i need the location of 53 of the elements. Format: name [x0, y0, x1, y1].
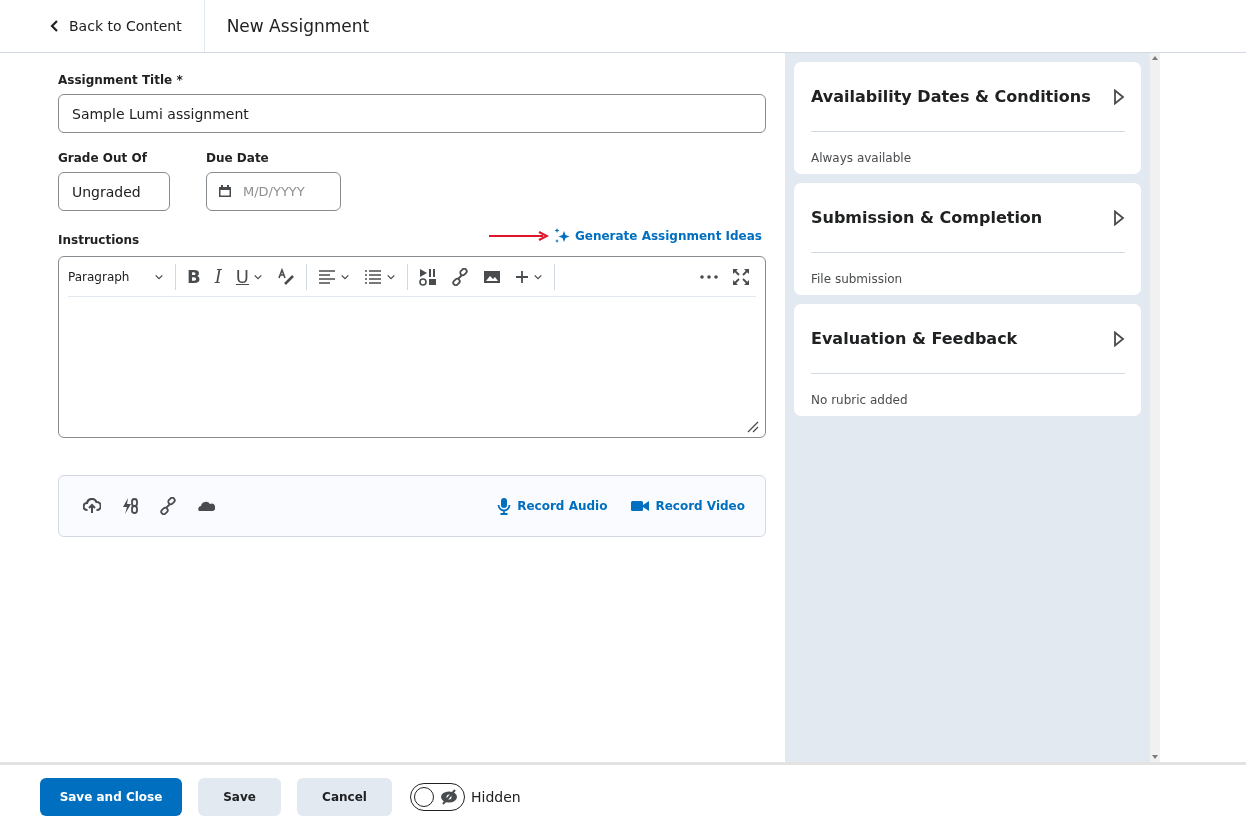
font-style-icon [277, 267, 296, 286]
ellipsis-icon [700, 274, 718, 279]
resize-handle-icon [747, 421, 759, 433]
card-summary: File submission [811, 271, 904, 286]
bold-button[interactable]: B [181, 260, 207, 293]
settings-card[interactable]: Submission & Completion File submission [794, 183, 1141, 295]
link-icon [451, 267, 470, 286]
date-input[interactable]: M/D/YYYY [206, 172, 341, 211]
cloud-upload-icon [83, 498, 101, 514]
image-icon [483, 268, 502, 285]
arrow-icon [488, 231, 549, 241]
italic-button[interactable]: I [208, 260, 228, 293]
page-title: New Assignment [225, 16, 370, 36]
settings-card[interactable]: Availability Dates & Conditions Always available [794, 62, 1141, 174]
footer-button[interactable]: Save [198, 778, 281, 816]
card-title: Availability Dates & Conditions [811, 87, 1091, 106]
field-label: Instructions [58, 233, 141, 247]
record-video-link[interactable]: Record Video [631, 499, 745, 513]
generate-link[interactable]: Generate Assignment Ideas [552, 227, 766, 245]
card-summary: No rubric added [811, 392, 909, 407]
save-and-close-button[interactable]: Save and Close [40, 778, 182, 816]
settings-card[interactable]: Evaluation & Feedback No rubric added [794, 304, 1141, 416]
scroll-up-icon [1152, 56, 1158, 60]
grade-input[interactable]: Ungraded [58, 172, 170, 211]
footer-button[interactable]: Cancel [297, 778, 392, 816]
link-icon [159, 497, 177, 515]
fullscreen-icon [732, 267, 750, 286]
record-audio-link[interactable]: Record Audio [497, 497, 608, 515]
back-link[interactable]: Back to Content [0, 0, 205, 52]
title-input[interactable]: Sample Lumi assignment [58, 94, 766, 133]
list-icon [364, 268, 383, 285]
microphone-icon [497, 497, 512, 515]
underline-button[interactable]: U [229, 260, 270, 293]
card-title: Evaluation & Feedback [811, 329, 1018, 348]
sparkle-icon [552, 227, 571, 245]
field-label: Grade Out Of [58, 151, 148, 165]
chevron-left-icon [50, 20, 60, 32]
scroll-down-icon [1152, 755, 1158, 759]
media-icon [419, 267, 438, 286]
align-left-icon [318, 268, 337, 285]
field-label: Assignment Title * [58, 73, 184, 87]
video-camera-icon [631, 500, 650, 512]
text-editor[interactable]: Paragraph B I U [58, 256, 766, 438]
eye-slash-icon [440, 789, 458, 805]
plus-icon [515, 269, 530, 284]
format-dropdown[interactable]: Paragraph [68, 260, 170, 293]
lightning-link-icon [121, 497, 139, 515]
cloud-icon [197, 500, 215, 512]
scrollbar[interactable] [1150, 53, 1160, 762]
card-title: Submission & Completion [811, 208, 1043, 227]
toggle-label: Hidden [471, 789, 521, 805]
card-summary: Always available [811, 150, 913, 165]
field-label: Due Date [206, 151, 270, 165]
